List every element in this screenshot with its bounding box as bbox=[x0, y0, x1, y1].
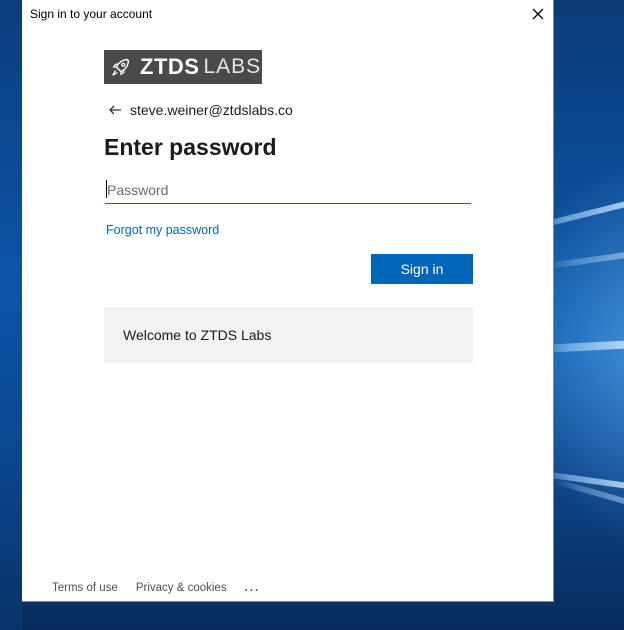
back-arrow-icon bbox=[109, 105, 121, 115]
footer: Terms of use Privacy & cookies ... bbox=[52, 582, 260, 594]
text-caret bbox=[106, 180, 107, 198]
brand-name-bold: ZTDS bbox=[140, 54, 200, 79]
privacy-cookies-link[interactable]: Privacy & cookies bbox=[136, 582, 227, 594]
window-title: Sign in to your account bbox=[30, 7, 153, 21]
terms-of-use-link[interactable]: Terms of use bbox=[52, 582, 118, 594]
close-icon bbox=[532, 8, 544, 20]
password-input[interactable] bbox=[105, 176, 471, 204]
brand-logo: ZTDS LABS bbox=[104, 50, 262, 84]
brand-name-light: LABS bbox=[203, 55, 262, 78]
more-options-button[interactable]: ... bbox=[245, 582, 261, 594]
page-title: Enter password bbox=[104, 134, 277, 160]
account-email: steve.weiner@ztdslabs.co bbox=[130, 102, 293, 118]
forgot-password-link[interactable]: Forgot my password bbox=[106, 223, 219, 237]
sign-in-dialog: Sign in to your account ZTDS LABS steve.… bbox=[22, 0, 554, 602]
welcome-text: Welcome to ZTDS Labs bbox=[123, 327, 272, 343]
rocket-icon bbox=[112, 58, 130, 76]
close-button[interactable] bbox=[522, 0, 554, 28]
title-bar: Sign in to your account bbox=[22, 0, 554, 28]
welcome-banner: Welcome to ZTDS Labs bbox=[104, 307, 473, 363]
identity-back-button[interactable]: steve.weiner@ztdslabs.co bbox=[108, 102, 293, 118]
sign-in-button[interactable]: Sign in bbox=[371, 254, 473, 284]
desktop-left-strip bbox=[0, 0, 22, 630]
